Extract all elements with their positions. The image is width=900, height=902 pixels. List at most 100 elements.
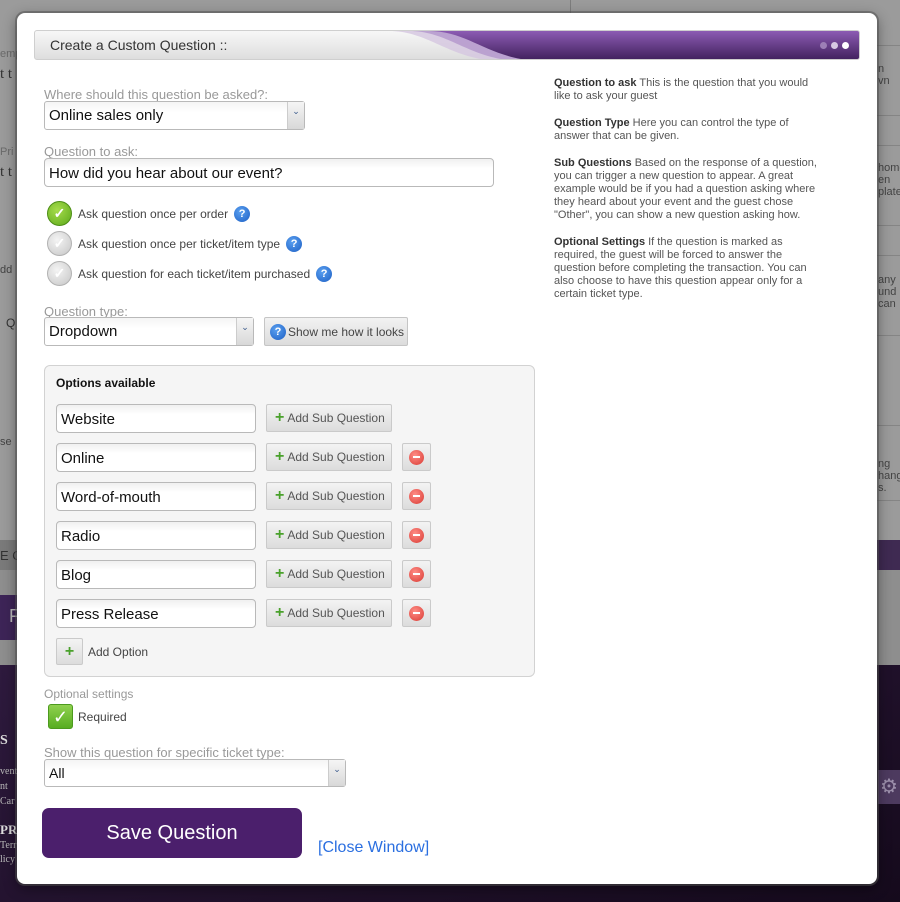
remove-option-button[interactable] [402,443,431,471]
help-item: Sub Questions Based on the response of a… [554,157,819,222]
question-type-select[interactable]: Dropdown ⌄ [44,317,254,346]
minus-icon [409,605,424,621]
help-item: Question Type Here you can control the t… [554,117,819,143]
question-input[interactable]: How did you hear about our event? [44,158,494,187]
chevron-down-icon: ⌄ [236,318,253,345]
option-row: Blog + Add Sub Question [56,560,526,590]
minus-icon [409,488,424,504]
background-text: vn [878,75,890,87]
custom-question-dialog: Create a Custom Question :: Where should… [17,13,877,884]
where-asked-value: Online sales only [49,107,164,124]
gear-icon: ⚙ [878,770,900,804]
add-option-label[interactable]: Add Option [88,645,148,659]
background-text: nt [0,781,8,792]
help-icon[interactable]: ? [316,265,333,282]
question-label: Question to ask: [44,144,138,159]
option-row: Radio + Add Sub Question [56,521,526,551]
where-asked-label: Where should this question be asked?: [44,87,269,102]
background-divider [876,225,900,226]
ask-frequency-option[interactable]: ✓ Ask question once per ticket/item type… [47,231,303,256]
add-sub-question-button[interactable]: + Add Sub Question [266,443,392,471]
background-text: can [878,298,896,310]
plus-icon: + [275,448,285,465]
background-text: home [878,162,900,174]
add-sub-question-button[interactable]: + Add Sub Question [266,560,392,588]
help-title: Sub Questions [554,157,632,169]
remove-option-button[interactable] [402,599,431,627]
background-text: vent [0,766,18,777]
background-text: n [878,63,885,75]
background-divider [876,45,900,46]
background-divider [876,500,900,501]
add-sub-question-label: Add Sub Question [287,528,385,542]
save-question-button[interactable]: Save Question [42,808,302,858]
background-text: s. [878,482,887,494]
radio-label: Ask question for each ticket/item purcha… [78,266,311,281]
optional-settings-label: Optional settings [44,687,134,701]
ask-frequency-option[interactable]: ✓ Ask question for each ticket/item purc… [47,261,333,286]
option-value: Blog [61,567,92,584]
minus-icon [409,527,424,543]
add-sub-question-button[interactable]: + Add Sub Question [266,521,392,549]
background-text: any [878,274,896,286]
add-sub-question-label: Add Sub Question [287,567,385,581]
background-text: en [878,174,891,186]
plus-icon: + [275,604,285,621]
option-row: Online + Add Sub Question [56,443,526,473]
add-sub-question-button[interactable]: + Add Sub Question [266,404,392,432]
ticket-type-select[interactable]: All ⌄ [44,759,346,787]
radio-unselected-icon[interactable]: ✓ [47,261,72,286]
help-item: Question to ask This is the question tha… [554,77,819,103]
background-divider [876,115,900,116]
option-input[interactable]: Online [56,443,256,472]
radio-unselected-icon[interactable]: ✓ [47,231,72,256]
help-title: Question Type [554,117,630,129]
add-option-button[interactable]: + [56,638,83,665]
plus-icon: + [64,642,75,660]
background-text: Q [6,316,16,330]
background-text: t t [0,164,13,180]
option-input[interactable]: Word-of-mouth [56,482,256,511]
option-row: Word-of-mouth + Add Sub Question [56,482,526,512]
options-panel: Options available Website + Add Sub Quest… [44,365,535,677]
chevron-down-icon: ⌄ [328,760,345,786]
option-input[interactable]: Website [56,404,256,433]
background-text: hang [878,470,900,482]
required-label[interactable]: Required [78,710,127,724]
radio-selected-icon[interactable]: ✓ [47,201,72,226]
option-input[interactable]: Blog [56,560,256,589]
where-asked-select[interactable]: Online sales only ⌄ [44,101,305,130]
help-icon: ? [270,323,286,340]
option-row: Press Release + Add Sub Question [56,599,526,629]
help-icon[interactable]: ? [234,205,251,222]
minus-icon [409,449,424,465]
option-value: Website [61,411,115,428]
background-divider [876,425,900,426]
ticket-type-label: Show this question for specific ticket t… [44,745,285,760]
background-text: plate [878,186,900,198]
radio-label: Ask question once per order [78,206,229,221]
remove-option-button[interactable] [402,521,431,549]
help-icon[interactable]: ? [286,235,303,252]
add-sub-question-button[interactable]: + Add Sub Question [266,599,392,627]
question-value: How did you hear about our event? [49,165,283,182]
add-sub-question-button[interactable]: + Add Sub Question [266,482,392,510]
dialog-title: Create a Custom Question :: [50,37,228,53]
window-dots [820,42,849,49]
dot-icon [820,42,827,49]
dot-icon [842,42,849,49]
remove-option-button[interactable] [402,560,431,588]
option-input[interactable]: Press Release [56,599,256,628]
plus-icon: + [275,565,285,582]
show-preview-button[interactable]: ? Show me how it looks [264,317,408,346]
help-title: Optional Settings [554,236,646,248]
required-checkbox[interactable]: ✓ [48,704,73,729]
remove-option-button[interactable] [402,482,431,510]
titlebar-swoosh [389,31,859,59]
option-input[interactable]: Radio [56,521,256,550]
background-text: Car [0,796,15,807]
background-divider [876,145,900,146]
ask-frequency-option[interactable]: ✓ Ask question once per order ? [47,201,251,226]
close-window-link[interactable]: [Close Window] [318,839,429,857]
option-value: Online [61,450,105,467]
